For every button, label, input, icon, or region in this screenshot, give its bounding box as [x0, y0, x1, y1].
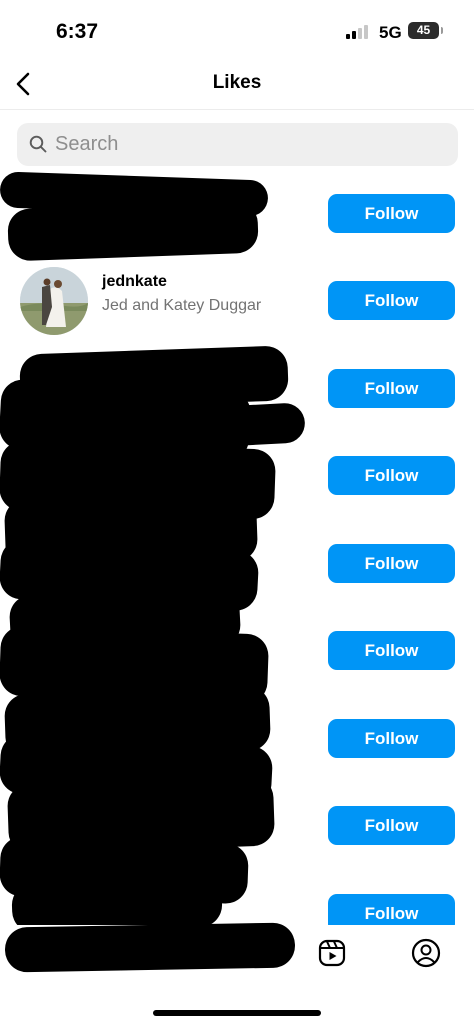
search-input[interactable]	[55, 123, 445, 166]
redaction-scribble	[7, 200, 259, 262]
follow-button[interactable]: Follow	[328, 456, 455, 495]
avatar[interactable]	[20, 267, 88, 335]
avatar-photo	[20, 267, 88, 335]
home-indicator[interactable]	[153, 1010, 321, 1016]
follow-button[interactable]: Follow	[328, 369, 455, 408]
create-icon[interactable]	[221, 937, 253, 969]
username[interactable]: jednkate	[102, 273, 167, 291]
profile-icon[interactable]	[410, 937, 442, 969]
search-icon	[29, 135, 47, 153]
header: Likes	[0, 60, 474, 110]
follow-button[interactable]: Follow	[328, 631, 455, 670]
network-label: 5G	[379, 23, 402, 42]
status-bar: 6:37 5G 45	[0, 0, 474, 60]
search-bar[interactable]	[17, 123, 458, 166]
follow-button[interactable]: Follow	[328, 719, 455, 758]
battery-icon: 45	[408, 22, 443, 39]
list-item: jednkate Jed and Katey Duggar Follow	[0, 257, 474, 344]
tab-bar	[0, 922, 474, 1025]
reels-icon[interactable]	[316, 937, 348, 969]
follow-button[interactable]: Follow	[328, 194, 455, 233]
signal-icon	[346, 25, 372, 39]
follow-button[interactable]: Follow	[328, 544, 455, 583]
full-name: Jed and Katey Duggar	[102, 297, 262, 314]
home-icon[interactable]	[32, 937, 64, 969]
follow-button[interactable]: Follow	[328, 281, 455, 320]
follow-button[interactable]: Follow	[328, 806, 455, 845]
status-time: 6:37	[56, 20, 99, 43]
page-title: Likes	[212, 72, 262, 93]
search-icon[interactable]	[128, 937, 160, 969]
